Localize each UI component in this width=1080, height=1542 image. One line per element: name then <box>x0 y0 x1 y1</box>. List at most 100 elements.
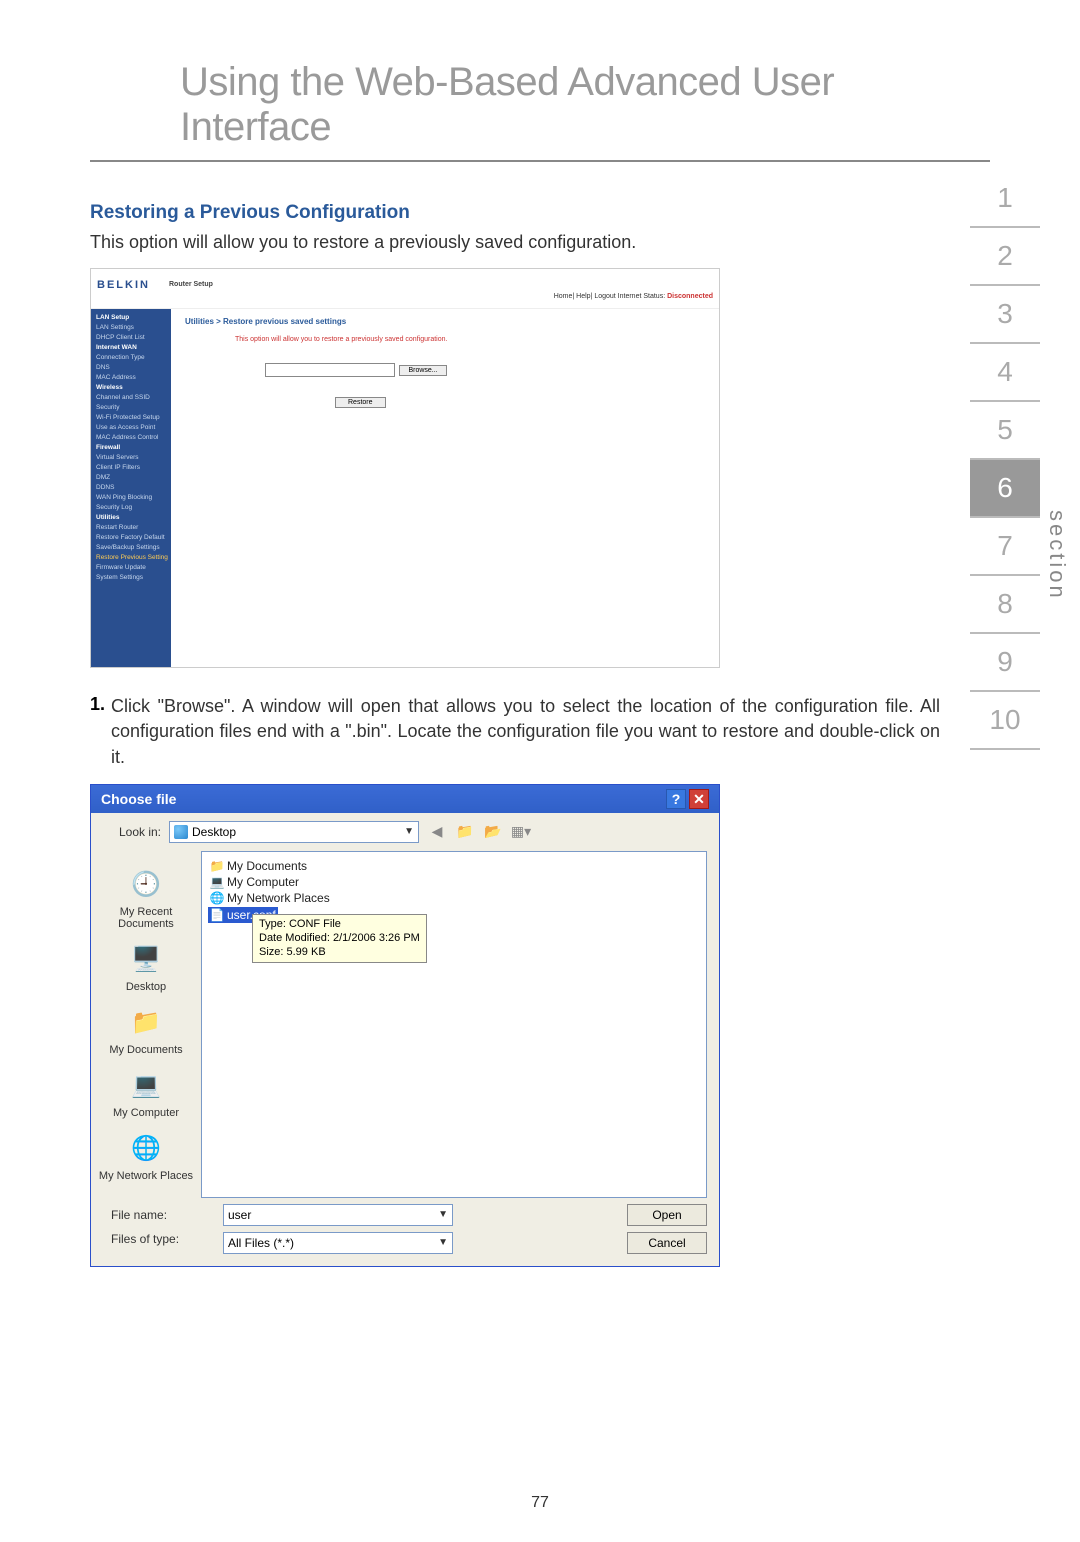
dialog-titlebar: Choose file ? ✕ <box>91 785 719 813</box>
dialog-toolbar: Look in: Desktop ▼ ◀ 📁 📂 ▦▾ <box>91 813 719 851</box>
place-recent[interactable]: 🕘My Recent Documents <box>91 861 201 936</box>
sidebar-item[interactable]: Firmware Update <box>94 562 168 572</box>
tooltip-size: Size: 5.99 KB <box>259 945 420 959</box>
sidebar-item[interactable]: Wi-Fi Protected Setup <box>94 412 168 422</box>
views-icon[interactable]: ▦▾ <box>511 822 531 842</box>
up-folder-icon[interactable]: 📁 <box>455 822 475 842</box>
step-number: 1. <box>90 694 105 770</box>
place-network[interactable]: 🌐 My Network Places <box>91 1125 201 1188</box>
network-icon: 🌐 <box>210 891 224 905</box>
router-main: Utilities > Restore previous saved setti… <box>171 309 719 668</box>
browse-button[interactable]: Browse... <box>399 365 446 376</box>
router-file-input[interactable] <box>265 363 395 377</box>
section-nav-3[interactable]: 3 <box>970 286 1040 344</box>
sidebar-item[interactable]: Security Log <box>94 502 168 512</box>
folder-icon: 📁 <box>210 859 224 873</box>
router-file-row: Browse... <box>265 361 705 379</box>
place-label: My Documents <box>109 1044 182 1056</box>
router-breadcrumb: Utilities > Restore previous saved setti… <box>185 317 705 326</box>
dialog-title: Choose file <box>101 791 176 807</box>
restore-button[interactable]: Restore <box>335 397 386 408</box>
network-places-icon: 🌐 <box>128 1131 164 1167</box>
page-number: 77 <box>0 1494 1080 1512</box>
sidebar-item[interactable]: Save/Backup Settings <box>94 542 168 552</box>
desktop-icon <box>174 825 188 839</box>
filename-input[interactable]: user▼ <box>223 1204 453 1226</box>
sidebar-item[interactable]: Connection Type <box>94 352 168 362</box>
sidebar-item[interactable]: Use as Access Point <box>94 422 168 432</box>
help-button[interactable]: ? <box>666 789 686 809</box>
tooltip-type: Type: CONF File <box>259 917 420 931</box>
places-bar: 🕘My Recent Documents 🖥️Desktop 📁My Docum… <box>91 851 201 1198</box>
place-desktop[interactable]: 🖥️Desktop <box>91 936 201 999</box>
close-button[interactable]: ✕ <box>689 789 709 809</box>
computer-icon: 💻 <box>128 1068 164 1104</box>
belkin-logo: BELKIN <box>97 279 150 291</box>
sidebar-item[interactable]: Restart Router <box>94 522 168 532</box>
chevron-down-icon: ▼ <box>438 1237 448 1248</box>
file-item-name: My Network Places <box>227 891 330 905</box>
top-links-prefix: Home| Help| Logout Internet Status: <box>554 293 667 300</box>
file-item[interactable]: 🌐My Network Places <box>208 890 700 906</box>
sidebar-item[interactable]: DNS <box>94 362 168 372</box>
file-list[interactable]: 📁My Documents 💻My Computer 🌐My Network P… <box>201 851 707 1198</box>
back-icon[interactable]: ◀ <box>427 822 447 842</box>
sidebar-item[interactable]: DMZ <box>94 472 168 482</box>
router-top-links: Home| Help| Logout Internet Status: Disc… <box>554 293 713 300</box>
sidebar-item[interactable]: Virtual Servers <box>94 452 168 462</box>
section-nav-4[interactable]: 4 <box>970 344 1040 402</box>
router-body: LAN Setup LAN Settings DHCP Client List … <box>91 309 719 668</box>
place-documents[interactable]: 📁My Documents <box>91 999 201 1062</box>
subheading: Restoring a Previous Configuration <box>90 202 940 224</box>
section-nav-8[interactable]: 8 <box>970 576 1040 634</box>
file-item[interactable]: 💻My Computer <box>208 874 700 890</box>
sidebar-item-active[interactable]: Restore Previous Settings <box>94 552 168 562</box>
place-computer[interactable]: 💻 My Computer <box>91 1062 201 1125</box>
filetype-value: All Files (*.*) <box>228 1236 294 1250</box>
lookin-dropdown[interactable]: Desktop ▼ <box>169 821 419 843</box>
filename-label: File name: <box>111 1204 213 1232</box>
section-nav-5[interactable]: 5 <box>970 402 1040 460</box>
section-nav-1[interactable]: 1 <box>970 170 1040 228</box>
sidebar-item[interactable]: MAC Address Control <box>94 432 168 442</box>
section-nav-6[interactable]: 6 <box>970 460 1040 518</box>
open-button[interactable]: Open <box>627 1204 707 1226</box>
sidebar-hdr-wireless: Wireless <box>94 382 168 392</box>
step-1: 1. Click "Browse". A window will open th… <box>90 694 940 770</box>
bottom-buttons: Open Cancel <box>627 1204 707 1254</box>
computer-icon: 💻 <box>210 875 224 889</box>
file-item[interactable]: 📁My Documents <box>208 858 700 874</box>
sidebar-item[interactable]: Security <box>94 402 168 412</box>
intro-text: This option will allow you to restore a … <box>90 230 940 254</box>
sidebar-item[interactable]: Channel and SSID <box>94 392 168 402</box>
place-label: My Computer <box>113 1107 179 1119</box>
sidebar-item[interactable]: DDNS <box>94 482 168 492</box>
tooltip-date: Date Modified: 2/1/2006 3:26 PM <box>259 931 420 945</box>
sidebar-item[interactable]: Client IP Filters <box>94 462 168 472</box>
place-label: My Network Places <box>99 1170 193 1182</box>
internet-status: Disconnected <box>667 293 713 300</box>
router-header: BELKIN Router Setup Home| Help| Logout I… <box>91 269 719 309</box>
main-content: Restoring a Previous Configuration This … <box>0 162 1080 1267</box>
place-label: Desktop <box>126 981 166 993</box>
filetype-dropdown[interactable]: All Files (*.*) ▼ <box>223 1232 453 1254</box>
sidebar-item[interactable]: System Settings <box>94 572 168 582</box>
section-nav-10[interactable]: 10 <box>970 692 1040 750</box>
sidebar-item[interactable]: Restore Factory Default <box>94 532 168 542</box>
sidebar-item[interactable]: DHCP Client List <box>94 332 168 342</box>
new-folder-icon[interactable]: 📂 <box>483 822 503 842</box>
sidebar-hdr-lan: LAN Setup <box>94 312 168 322</box>
sidebar-item[interactable]: WAN Ping Blocking <box>94 492 168 502</box>
file-tooltip: Type: CONF File Date Modified: 2/1/2006 … <box>252 914 427 963</box>
section-nav-7[interactable]: 7 <box>970 518 1040 576</box>
section-nav-2[interactable]: 2 <box>970 228 1040 286</box>
chevron-down-icon: ▼ <box>438 1209 448 1220</box>
section-nav-9[interactable]: 9 <box>970 634 1040 692</box>
dialog-body: 🕘My Recent Documents 🖥️Desktop 📁My Docum… <box>91 851 719 1198</box>
section-nav: 1 2 3 4 5 6 7 8 9 10 <box>970 170 1040 750</box>
cancel-button[interactable]: Cancel <box>627 1232 707 1254</box>
router-description: This option will allow you to restore a … <box>235 336 705 343</box>
page-title-text: Using the Web-Based Advanced User Interf… <box>180 60 834 149</box>
sidebar-item[interactable]: LAN Settings <box>94 322 168 332</box>
sidebar-item[interactable]: MAC Address <box>94 372 168 382</box>
